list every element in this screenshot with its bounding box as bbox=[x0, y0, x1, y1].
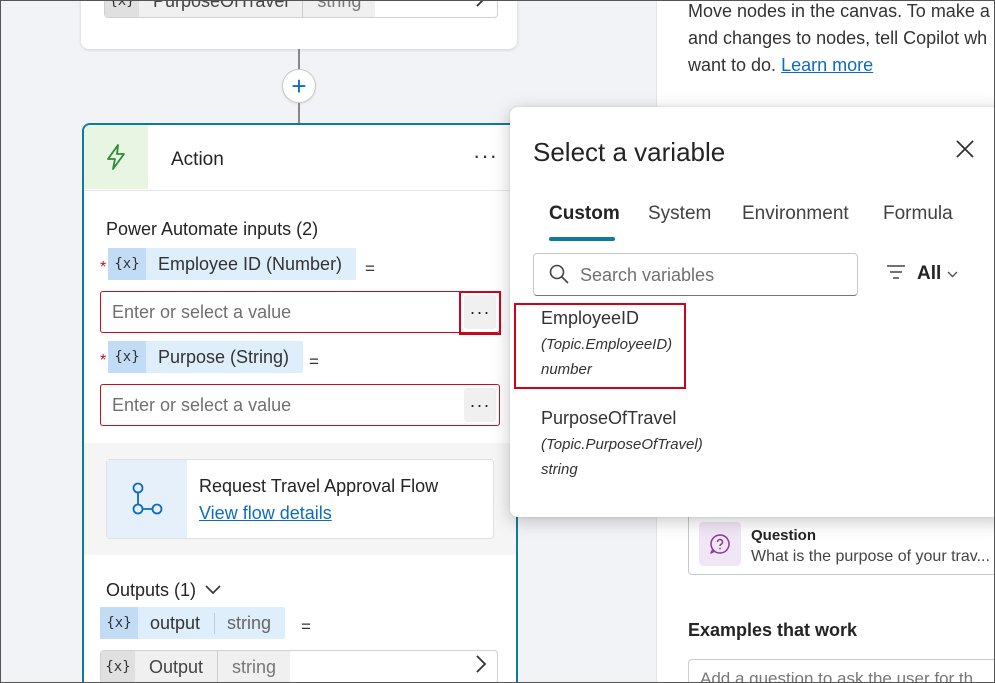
screen: {x} PurposeOfTravel string + Action ··· bbox=[0, 0, 995, 683]
output-param: {x} output string bbox=[100, 607, 286, 639]
copilot-intro: Move nodes in the canvas. To make a and … bbox=[688, 1, 994, 79]
param-label: Employee ID (Number) bbox=[158, 253, 343, 274]
connector-line bbox=[298, 103, 300, 123]
param-label: Purpose (String) bbox=[158, 346, 290, 367]
variable-icon: {x} bbox=[101, 651, 135, 682]
connector-line bbox=[298, 49, 300, 69]
action-node[interactable]: Action ··· Power Automate inputs (2) * {… bbox=[82, 123, 518, 682]
required-indicator: * bbox=[100, 259, 107, 276]
saved-variable-row[interactable]: {x} PurposeOfTravel string bbox=[104, 1, 498, 18]
flow-card: Request Travel Approval Flow View flow d… bbox=[106, 459, 494, 539]
close-icon[interactable] bbox=[953, 137, 977, 161]
input-placeholder: Enter or select a value bbox=[112, 395, 292, 415]
tab-environment[interactable]: Environment bbox=[742, 203, 849, 225]
flow-icon bbox=[107, 460, 187, 538]
outputs-toggle[interactable]: Outputs (1) bbox=[106, 580, 221, 601]
examples-heading: Examples that work bbox=[688, 620, 858, 640]
search-input[interactable]: Search variables bbox=[533, 253, 858, 296]
filter-icon bbox=[887, 264, 905, 284]
intro-line: Move nodes in the canvas. To make a bbox=[688, 1, 990, 21]
equals-sign: = bbox=[301, 617, 311, 636]
variable-name: Output bbox=[135, 651, 218, 682]
purpose-input[interactable]: Enter or select a value ··· bbox=[100, 384, 500, 426]
output-variable-row[interactable]: {x} Output string bbox=[100, 650, 498, 682]
add-node-button[interactable]: + bbox=[282, 69, 316, 103]
view-flow-details-link[interactable]: View flow details bbox=[199, 503, 332, 524]
output-type: string bbox=[214, 612, 285, 634]
select-variable-button[interactable]: ··· bbox=[464, 388, 496, 422]
variable-tag: {x} PurposeOfTravel string bbox=[105, 1, 376, 17]
chevron-right-icon[interactable] bbox=[475, 655, 487, 679]
lightning-icon bbox=[84, 125, 148, 189]
chevron-right-icon[interactable] bbox=[475, 1, 487, 13]
variable-type: string bbox=[302, 1, 376, 17]
equals-sign: = bbox=[309, 352, 319, 371]
question-card[interactable]: Question What is the purpose of your tra… bbox=[688, 513, 994, 575]
more-options-icon[interactable]: ··· bbox=[473, 143, 498, 169]
chevron-down-icon bbox=[205, 579, 221, 600]
tab-custom[interactable]: Custom bbox=[549, 203, 620, 225]
learn-more-link[interactable]: Learn more bbox=[781, 55, 873, 75]
equals-sign: = bbox=[365, 259, 375, 278]
output-name: output bbox=[150, 612, 201, 633]
inputs-label: Power Automate inputs (2) bbox=[106, 219, 319, 239]
variable-option[interactable]: PurposeOfTravel (Topic.PurposeOfTravel) … bbox=[541, 408, 703, 478]
intro-line: want to do. bbox=[688, 55, 777, 75]
variable-icon: {x} bbox=[105, 1, 139, 17]
input-placeholder: Enter or select a value bbox=[112, 302, 292, 322]
chevron-down-icon bbox=[947, 267, 958, 281]
filter-label: All bbox=[917, 263, 942, 284]
variable-type: string bbox=[541, 461, 578, 478]
required-indicator: * bbox=[100, 352, 107, 369]
variable-icon: {x} bbox=[100, 607, 138, 639]
variable-path: (Topic.PurposeOfTravel) bbox=[541, 436, 703, 453]
outputs-label: Outputs (1) bbox=[106, 580, 197, 600]
question-title: Question bbox=[751, 527, 817, 544]
employee-id-input[interactable]: Enter or select a value ··· bbox=[100, 291, 500, 333]
variable-name: PurposeOfTravel bbox=[139, 1, 303, 17]
highlight-box bbox=[514, 303, 686, 389]
highlight-box bbox=[459, 291, 501, 335]
param-purpose: {x} Purpose (String) bbox=[108, 341, 304, 373]
variable-name: PurposeOfTravel bbox=[541, 408, 677, 428]
select-variable-dialog: Select a variable Custom System Environm… bbox=[510, 107, 994, 517]
action-header: Action ··· bbox=[84, 125, 516, 191]
dialog-title: Select a variable bbox=[533, 137, 726, 167]
flow-title: Request Travel Approval Flow bbox=[199, 476, 439, 496]
plus-icon: + bbox=[291, 70, 307, 101]
search-placeholder: Search variables bbox=[580, 265, 715, 285]
input-placeholder: Add a question to ask the user for th bbox=[700, 669, 974, 683]
tab-formula[interactable]: Formula bbox=[883, 203, 953, 225]
question-icon bbox=[699, 522, 741, 566]
copilot-input[interactable]: Add a question to ask the user for th bbox=[688, 659, 994, 683]
flow-section: Request Travel Approval Flow View flow d… bbox=[84, 443, 516, 555]
variable-icon: {x} bbox=[108, 248, 146, 280]
active-tab-indicator bbox=[549, 237, 615, 241]
action-title: Action bbox=[171, 149, 224, 170]
variable-icon: {x} bbox=[108, 341, 146, 373]
variable-type: string bbox=[217, 651, 291, 682]
variable-tag: {x} Output string bbox=[101, 651, 291, 682]
param-employee-id: {x} Employee ID (Number) bbox=[108, 248, 357, 280]
question-text: What is the purpose of your trav... bbox=[751, 548, 990, 565]
intro-line: and changes to nodes, tell Copilot wh bbox=[688, 28, 988, 48]
question-node[interactable]: {x} PurposeOfTravel string bbox=[81, 1, 517, 49]
search-icon bbox=[549, 264, 569, 289]
filter-dropdown[interactable]: All bbox=[887, 263, 958, 285]
tab-system[interactable]: System bbox=[648, 203, 711, 225]
